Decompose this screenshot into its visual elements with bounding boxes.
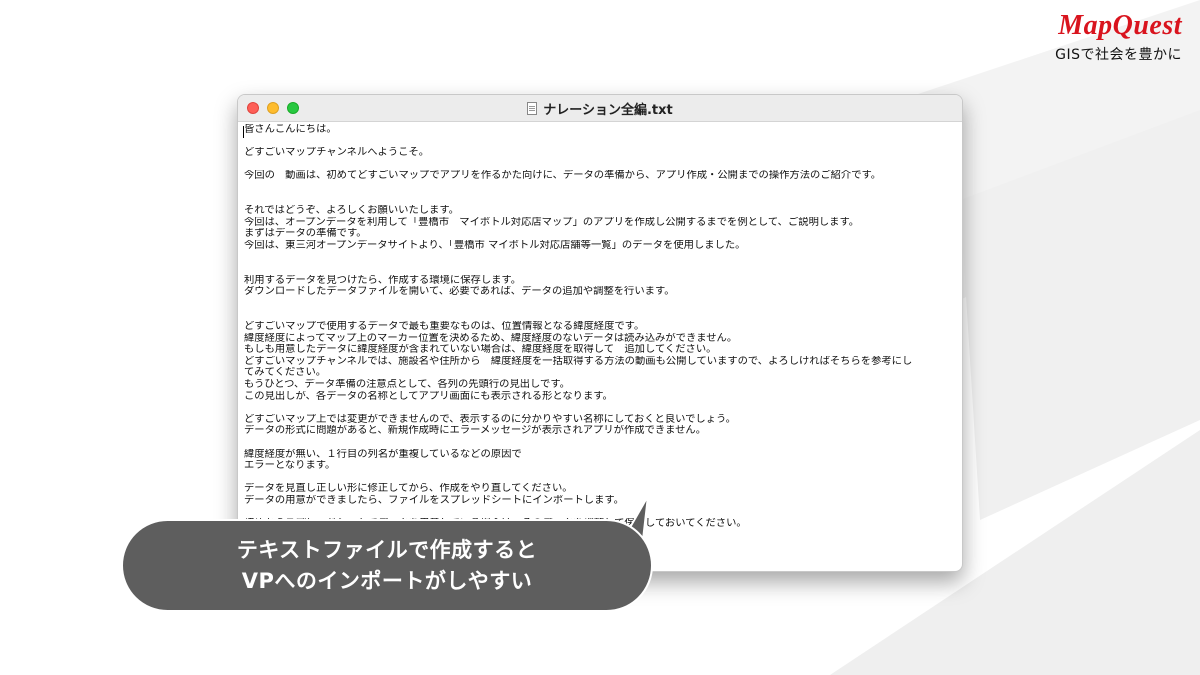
text-line	[244, 310, 954, 322]
text-line: どすごいマップチャンネルへようこそ。	[244, 147, 430, 159]
text-line: 緯度経度が無い、１行目の列名が重複しているなどの原因で	[244, 448, 522, 460]
text-line: どすごいマップチャンネルでは、施設名や住所から 緯度経度を一括取得する方法の動画…	[244, 355, 913, 367]
text-line	[244, 252, 954, 264]
text-line: まずはデータの準備です。	[244, 228, 367, 240]
callout-line-2: VPへのインポートがしやすい	[241, 568, 533, 593]
window-titlebar[interactable]: ナレーション全編.txt	[238, 95, 962, 122]
text-line: 利用するデータを見つけたら、作成する環境に保存します。	[244, 274, 521, 286]
text-line	[244, 298, 954, 310]
text-line: データの用意ができましたら、ファイルをスプレッドシートにインポートします。	[244, 495, 624, 506]
text-line: どすごいマップで使用するデータで最も重要なものは、位置情報となる緯度経度です。	[244, 321, 645, 333]
text-line	[244, 402, 954, 414]
text-line: もしも用意したデータに緯度経度が含まれていない場合は、緯度経度を取得して 追加し…	[244, 344, 717, 356]
logo-tagline: GISで社会を豊かに	[1055, 47, 1182, 63]
callout-line-1: テキストファイルで作成すると	[236, 537, 538, 562]
text-line: ダウンロードしたデータファイルを開いて、必要であれば、データの追加や調整を行いま…	[244, 286, 675, 298]
text-line	[244, 182, 954, 194]
text-line	[244, 472, 954, 484]
callout-bubble: テキストファイルで作成すると VPへのインポートがしやすい	[121, 519, 653, 612]
text-line: 今回の 動画は、初めてどすごいマップでアプリを作るかた向けに、データの準備から、…	[244, 170, 882, 182]
text-line: てみてください。	[244, 367, 327, 379]
text-line: 今回は、オープンデータを利用して「豊橋市 マイボトル対応店マップ」のアプリを作成…	[244, 216, 860, 228]
text-line	[244, 136, 954, 148]
text-cursor	[243, 126, 244, 138]
text-line: データを見直し正しい形に修正してから、作成をやり直してください。	[244, 483, 573, 495]
text-line	[244, 507, 954, 519]
text-document-icon	[527, 101, 538, 115]
text-line	[244, 263, 954, 275]
text-line: どすごいマップ上では変更ができませんので、表示するのに分かりやすい名称にしておく…	[244, 413, 736, 425]
text-line	[244, 159, 954, 171]
text-line: 今回は、東三河オープンデータサイトより、「豊橋市 マイボトル対応店舗等一覧」のデ…	[244, 239, 746, 251]
logo-wordmark: MapQuest	[1058, 10, 1182, 41]
text-line: エラーとなります。	[244, 460, 336, 472]
window-title-group: ナレーション全編.txt	[238, 95, 962, 121]
brand-logo: MapQuest GISで社会を豊かに	[1055, 10, 1182, 64]
text-line: それではどうぞ、よろしくお願いいたします。	[244, 205, 459, 217]
text-line: 皆さんこんにちは。	[244, 124, 337, 135]
text-line: この見出しが、各データの名称としてアプリ画面にも表示される形となります。	[244, 390, 613, 402]
text-line: もうひとつ、データ準備の注意点として、各列の先頭行の見出しです。	[244, 379, 570, 391]
window-title: ナレーション全編.txt	[543, 102, 673, 118]
text-line: 緯度経度によってマップ上のマーカー位置を決めるため、緯度経度のないデータは読み込…	[244, 332, 738, 344]
text-line	[244, 194, 954, 206]
text-line	[244, 437, 954, 449]
text-line: データの形式に問題があると、新規作成時にエラーメッセージが表示されアプリが作成で…	[244, 425, 707, 437]
